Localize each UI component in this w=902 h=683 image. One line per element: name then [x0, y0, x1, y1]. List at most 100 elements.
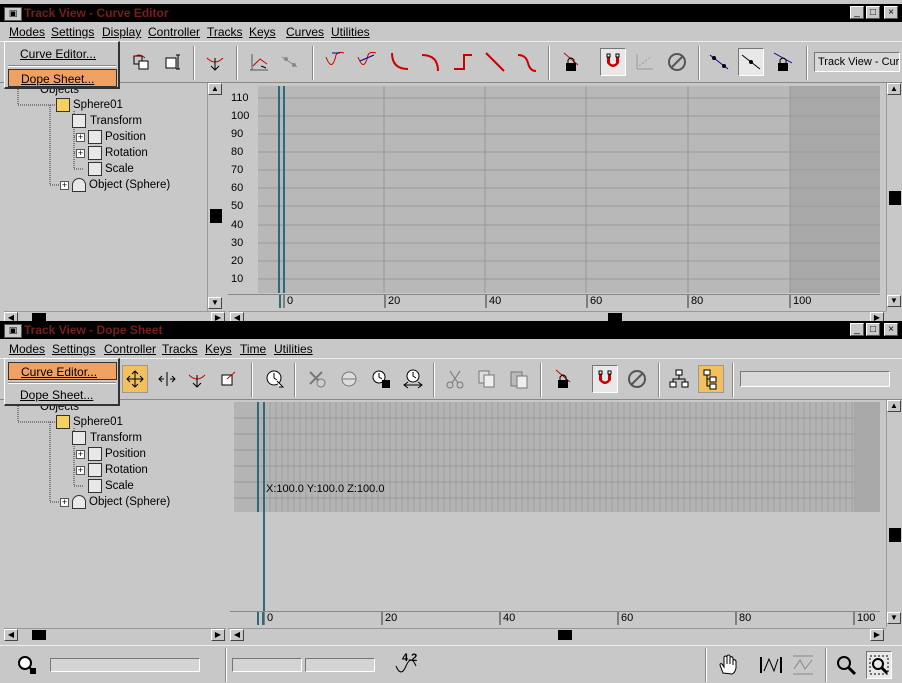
scroll-thumb[interactable] — [32, 630, 46, 640]
delete-time-icon[interactable] — [304, 365, 330, 393]
tangent-step-icon[interactable] — [450, 48, 476, 76]
tangent-slow-icon[interactable] — [418, 48, 444, 76]
menu-curves[interactable]: Curves — [286, 25, 324, 39]
tree-node-rotation[interactable]: Rotation — [105, 463, 148, 477]
scroll-up-arrow[interactable]: ▲ — [208, 83, 222, 95]
tangent-fast-icon[interactable] — [386, 48, 412, 76]
maximize-button[interactable]: □ — [866, 323, 880, 336]
tangent-smooth-icon[interactable] — [514, 48, 540, 76]
tree-node-position[interactable]: Position — [105, 447, 146, 461]
curve-editor-titlebar[interactable]: ▣ Track View - Curve Editor _ □ × — [0, 4, 902, 22]
track-view-name-field[interactable]: Track View - Cur — [814, 52, 900, 72]
menu-tracks[interactable]: Tracks — [207, 25, 243, 39]
tree-node-scale[interactable]: Scale — [105, 162, 134, 176]
scroll-up-arrow[interactable]: ▲ — [887, 83, 901, 95]
close-button[interactable]: × — [884, 323, 898, 336]
select-time-icon[interactable] — [262, 365, 288, 393]
key-value-field[interactable] — [305, 658, 375, 672]
menu-item-curve-editor[interactable]: Curve Editor... — [8, 362, 117, 380]
scroll-down-arrow[interactable]: ▼ — [208, 297, 222, 309]
show-keys-icon[interactable] — [706, 48, 732, 76]
maximize-button[interactable]: □ — [866, 6, 880, 19]
minimize-button[interactable]: _ — [850, 6, 864, 19]
tree-node-sphere01[interactable]: Sphere01 — [73, 98, 123, 112]
ignore-ranges-icon[interactable] — [624, 365, 650, 393]
menu-controller[interactable]: Controller — [104, 342, 156, 356]
scroll-thumb[interactable] — [889, 528, 901, 542]
scroll-thumb[interactable] — [210, 209, 222, 223]
select-by-name-icon[interactable] — [16, 654, 38, 676]
curve-time-ruler[interactable]: 0 20 40 60 80 100 — [228, 294, 880, 308]
snap-frames-icon[interactable] — [600, 48, 626, 76]
slide-keys-icon[interactable] — [154, 365, 180, 393]
curve-graph-panel[interactable]: 110 100 90 80 70 60 50 40 30 20 10 0 20 … — [228, 83, 886, 311]
dope-key-vscrollbar[interactable]: ▲ ▼ — [886, 400, 902, 627]
scroll-left-arrow[interactable]: ◀ — [230, 629, 244, 641]
menu-modes[interactable]: Modes — [9, 25, 45, 39]
add-keys-icon[interactable] — [184, 365, 210, 393]
menu-display[interactable]: Display — [102, 25, 141, 39]
tree-node-position[interactable]: Position — [105, 130, 146, 144]
lock-selection-icon[interactable] — [550, 365, 576, 393]
key-time-field[interactable] — [232, 658, 302, 672]
zoom-icon[interactable] — [834, 653, 858, 677]
draw-curves-icon[interactable] — [246, 48, 272, 76]
menu-item-dope-sheet[interactable]: Dope Sheet... — [8, 386, 117, 404]
menu-keys[interactable]: Keys — [249, 25, 276, 39]
scale-keys-icon[interactable] — [216, 365, 242, 393]
menu-settings[interactable]: Settings — [52, 342, 95, 356]
lock-keys-icon[interactable] — [770, 48, 796, 76]
reverse-time-icon[interactable] — [336, 365, 362, 393]
curve-graph-vscrollbar[interactable]: ▲ ▼ — [886, 83, 902, 311]
tree-node-sphere01[interactable]: Sphere01 — [73, 415, 123, 429]
show-non-selected-icon[interactable] — [738, 48, 764, 76]
dope-key-panel[interactable]: X:100.0 Y:100.0 Z:100.0 0 20 40 60 80 10… — [228, 400, 886, 627]
menu-modes[interactable]: Modes — [9, 342, 45, 356]
expand-rotation-icon[interactable]: + — [76, 149, 85, 158]
tangent-custom-icon[interactable] — [354, 48, 380, 76]
menu-item-dope-sheet[interactable]: Dope Sheet... — [8, 69, 117, 87]
dope-sheet-titlebar[interactable]: ▣ Track View - Dope Sheet _ □ × — [0, 321, 902, 339]
dope-tree-hscrollbar[interactable]: ◀ ▶ — [4, 628, 226, 641]
insert-time-icon[interactable] — [400, 365, 426, 393]
menu-time[interactable]: Time — [240, 342, 266, 356]
expand-position-icon[interactable]: + — [76, 450, 85, 459]
move-keys-icon[interactable] — [202, 48, 228, 76]
close-button[interactable]: × — [884, 6, 898, 19]
scroll-up-arrow[interactable]: ▲ — [887, 400, 901, 412]
expand-object-icon[interactable]: + — [60, 181, 69, 190]
scale-time-icon[interactable] — [368, 365, 394, 393]
lock-selection-icon[interactable] — [160, 48, 186, 76]
select-name-field[interactable] — [50, 658, 200, 672]
curve-tree-vscrollbar[interactable]: ▲ ▼ — [207, 83, 223, 311]
paste-icon[interactable] — [506, 365, 532, 393]
menu-tracks[interactable]: Tracks — [162, 342, 198, 356]
expand-rotation-icon[interactable]: + — [76, 466, 85, 475]
tree-node-transform[interactable]: Transform — [90, 114, 142, 128]
copy-icon[interactable] — [474, 365, 500, 393]
filters-icon[interactable] — [128, 48, 154, 76]
dope-key-hscrollbar[interactable]: ◀ ▶ — [228, 628, 886, 641]
ignore-ranges-icon[interactable] — [664, 48, 690, 76]
modify-subtree-icon[interactable] — [666, 365, 692, 393]
zoom-region-icon[interactable] — [866, 651, 892, 679]
tangent-linear-icon[interactable] — [482, 48, 508, 76]
pan-hand-icon[interactable] — [716, 653, 740, 677]
zoom-value-extents-icon[interactable] — [790, 653, 816, 677]
scroll-right-arrow[interactable]: ▶ — [211, 629, 225, 641]
menu-controller[interactable]: Controller — [148, 25, 200, 39]
modify-child-keys-icon[interactable] — [698, 365, 724, 393]
scroll-thumb[interactable] — [558, 630, 572, 640]
menu-utilities[interactable]: Utilities — [274, 342, 313, 356]
tree-node-rotation[interactable]: Rotation — [105, 146, 148, 160]
menu-settings[interactable]: Settings — [51, 25, 94, 39]
menu-keys[interactable]: Keys — [205, 342, 232, 356]
zoom-horizontal-extents-icon[interactable] — [758, 653, 784, 677]
scroll-down-arrow[interactable]: ▼ — [887, 295, 901, 307]
reduce-keys-icon[interactable] — [277, 48, 303, 76]
show-tangents-icon[interactable] — [632, 48, 658, 76]
tree-node-scale[interactable]: Scale — [105, 479, 134, 493]
snap-frames-icon[interactable] — [592, 365, 618, 393]
scroll-down-arrow[interactable]: ▼ — [887, 612, 901, 624]
lock-tangents-icon[interactable] — [558, 48, 584, 76]
